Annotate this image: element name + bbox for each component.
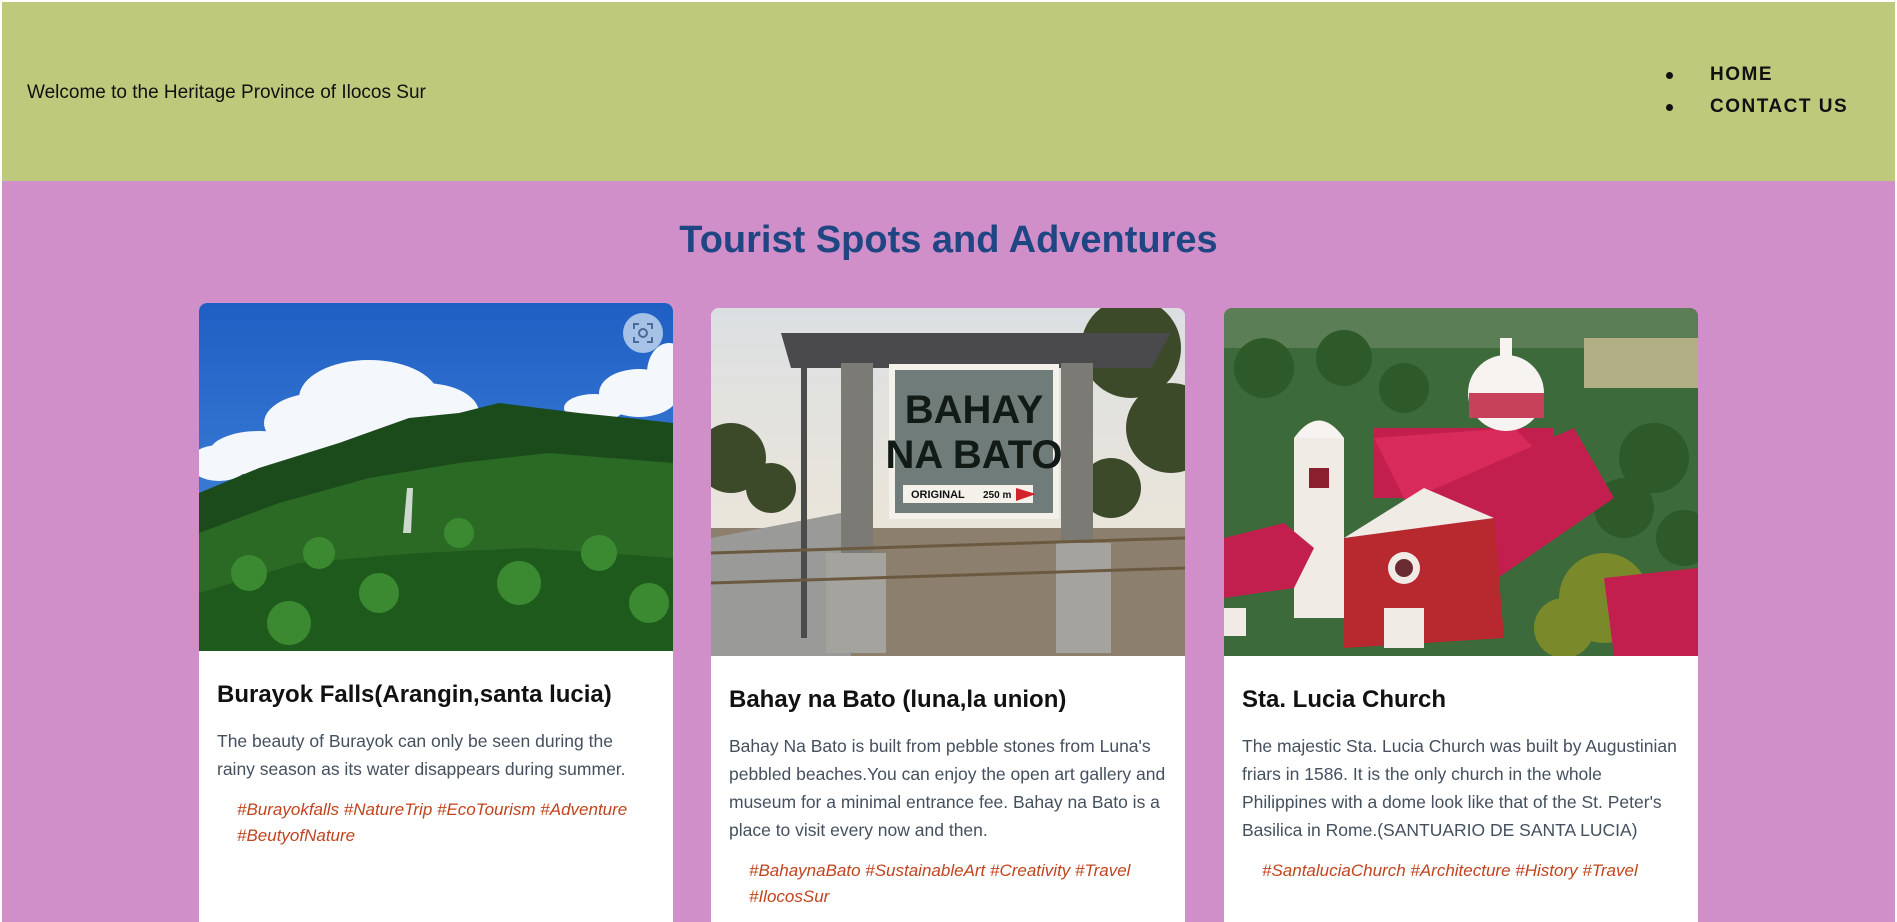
card-body: Burayok Falls(Arangin,santa lucia) The b… <box>199 651 673 849</box>
sign-line-1: BAHAY <box>905 388 1044 432</box>
card-title: Burayok Falls(Arangin,santa lucia) <box>217 681 612 708</box>
visual-search-lens-icon[interactable] <box>623 313 663 353</box>
tourist-spots-section: Tourist Spots and Adventures Burayok Fal… <box>2 181 1895 922</box>
section-title: Tourist Spots and Adventures <box>679 219 1218 261</box>
card-body: Sta. Lucia Church The majestic Sta. Luci… <box>1224 656 1698 884</box>
nav-home-label: HOME <box>1710 64 1773 85</box>
card-description: Bahay Na Bato is built from pebble stone… <box>729 736 1166 840</box>
burayok-falls-photo <box>199 303 673 651</box>
card-title: Bahay na Bato (luna,la union) <box>729 686 1067 713</box>
card-description: The beauty of Burayok can only be seen d… <box>217 731 626 779</box>
bahay-na-bato-photo: BAHAY NA BATO ORIGINAL 250 m <box>711 308 1185 656</box>
bullet-icon <box>1666 72 1673 79</box>
page: Welcome to the Heritage Province of Iloc… <box>2 2 1895 922</box>
card-bahay-na-bato: BAHAY NA BATO ORIGINAL 250 m Bahay na Ba… <box>711 308 1185 922</box>
sign-original: ORIGINAL <box>911 489 965 501</box>
welcome-text: Welcome to the Heritage Province of Iloc… <box>27 82 426 103</box>
card-sta-lucia-church: Sta. Lucia Church The majestic Sta. Luci… <box>1224 308 1698 922</box>
card-hashtags: #BahaynaBato #SustainableArt #Creativity… <box>749 861 1131 906</box>
card-burayok-falls: Burayok Falls(Arangin,santa lucia) The b… <box>199 303 673 922</box>
card-hashtags: #SantaluciaChurch #Architecture #History… <box>1262 861 1638 880</box>
nav-item-contact-us[interactable]: CONTACT US <box>1662 96 1848 128</box>
site-header: Welcome to the Heritage Province of Iloc… <box>2 2 1895 181</box>
card-hashtags: #Burayokfalls #NatureTrip #EcoTourism #A… <box>237 800 628 845</box>
sta-lucia-church-photo <box>1224 308 1698 656</box>
card-description: The majestic Sta. Lucia Church was built… <box>1242 736 1677 840</box>
bullet-icon <box>1666 104 1673 111</box>
card-title: Sta. Lucia Church <box>1242 686 1447 713</box>
card-body: Bahay na Bato (luna,la union) Bahay Na B… <box>711 656 1185 910</box>
nav-item-home[interactable]: HOME <box>1662 64 1848 96</box>
sign-distance: 250 m <box>983 490 1011 501</box>
sign-line-2: NA BATO <box>885 433 1062 477</box>
nav-contact-label: CONTACT US <box>1710 96 1849 117</box>
main-nav: HOME CONTACT US <box>1662 64 1848 128</box>
